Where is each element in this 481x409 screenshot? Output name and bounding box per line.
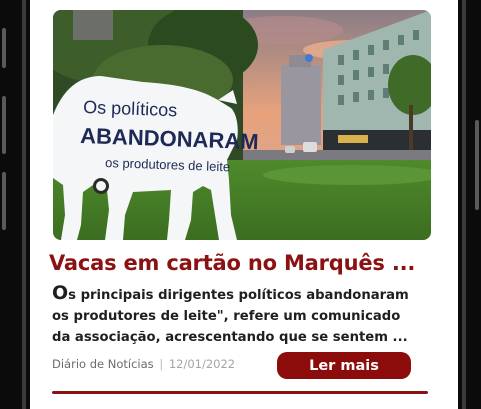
article-headline[interactable]: Vacas em cartão no Marquês ... [49,251,444,275]
article-meta: Diário de Notícias | 12/01/2022 [52,357,235,371]
sign-text-line1: Os políticos [83,97,178,120]
meta-separator: | [159,357,164,371]
article-date: 12/01/2022 [168,357,236,371]
card-divider [52,391,428,394]
phone-bezel-left [0,0,30,409]
volume-up-button [2,96,6,154]
news-card: Os políticos ABANDONARAM os produtores d… [30,0,458,409]
article-image[interactable]: Os políticos ABANDONARAM os produtores d… [53,10,431,240]
read-more-button[interactable]: Ler mais [277,352,411,379]
article-source: Diário de Notícias [52,357,154,371]
phone-bezel-right [458,0,481,409]
article-excerpt: Os principais dirigentes políticos aband… [52,282,412,348]
power-button [475,120,479,210]
volume-down-button [2,172,6,230]
side-button [2,28,6,68]
excerpt-text: s principais dirigentes políticos abando… [52,288,409,345]
excerpt-dropcap: O [52,282,69,304]
